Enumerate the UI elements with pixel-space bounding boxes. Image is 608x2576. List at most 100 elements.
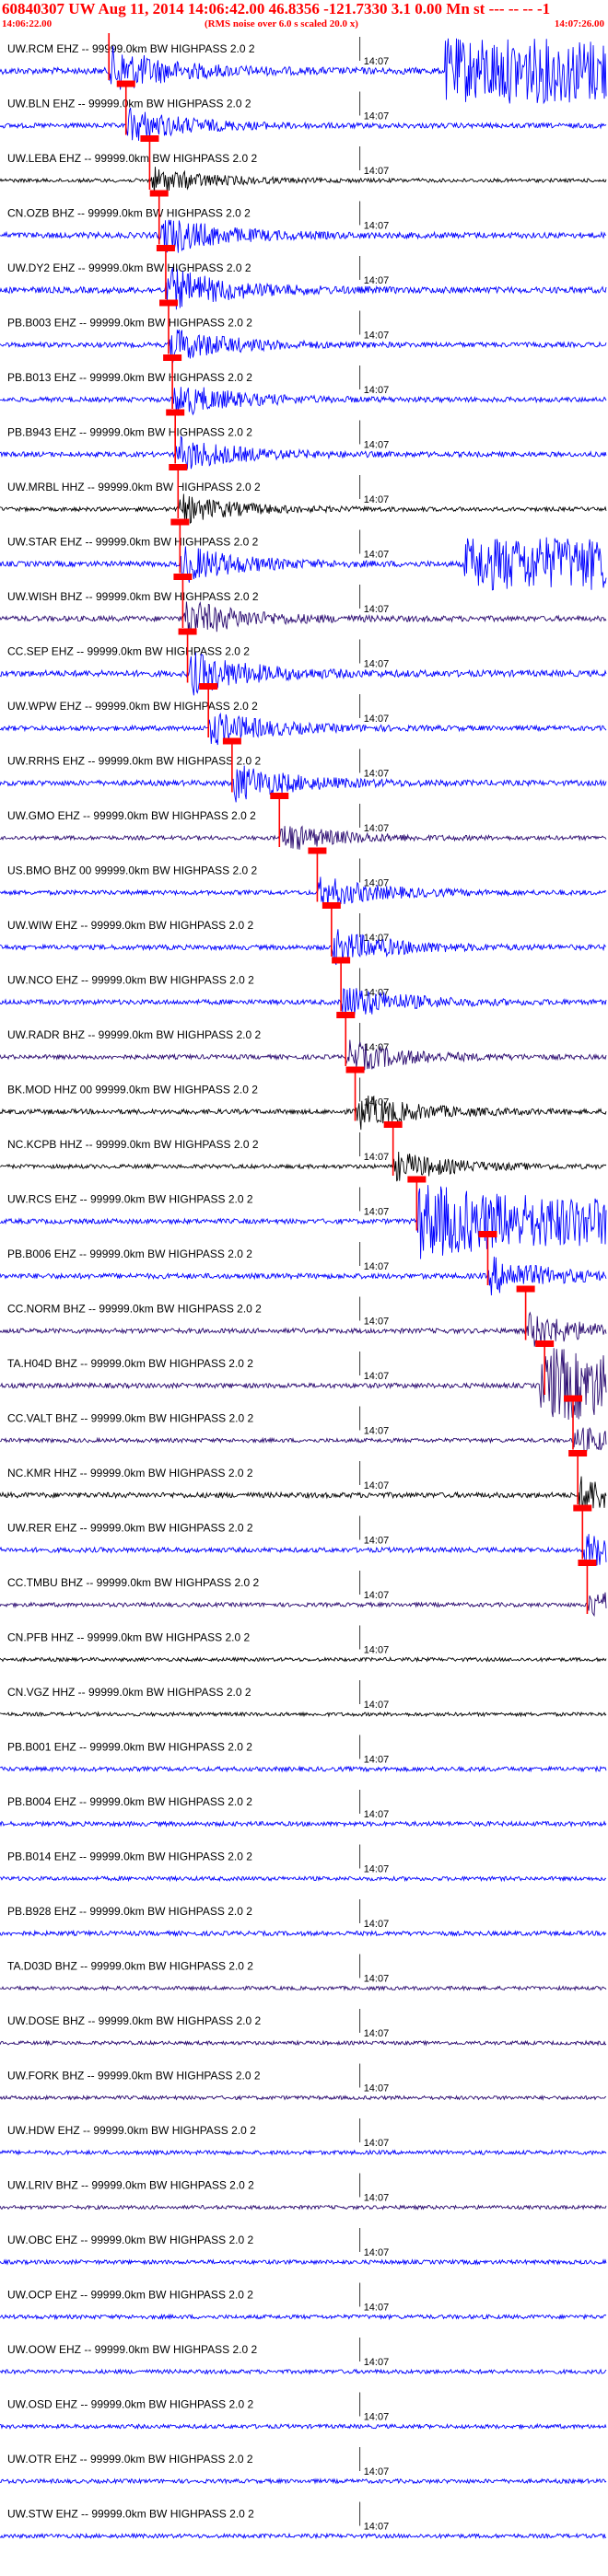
- waveform-trace: [0, 493, 607, 525]
- minute-tick-label: 14:07: [364, 1371, 390, 1382]
- minute-tick-label: 14:07: [364, 1207, 390, 1218]
- trace-label: UW.BLN EHZ -- 99999.0km BW HIGHPASS 2.0 …: [7, 98, 251, 110]
- minute-tick-label: 14:07: [364, 2247, 390, 2258]
- trace-label: UW.WPW EHZ -- 99999.0km BW HIGHPASS 2.0 …: [7, 700, 258, 713]
- waveform-trace: [0, 1476, 607, 1514]
- trace-label: UW.LEBA EHZ -- 99999.0km BW HIGHPASS 2.0…: [7, 152, 258, 165]
- trace-label: CC.TMBU BHZ -- 99999.0km BW HIGHPASS 2.0…: [7, 1576, 260, 1589]
- waveform-trace: [0, 929, 607, 966]
- minute-tick-label: 14:07: [364, 1536, 390, 1547]
- trace-label: UW.DY2 EHZ -- 99999.0km BW HIGHPASS 2.0 …: [7, 261, 251, 274]
- trace-label: CC.SEP EHZ -- 99999.0km BW HIGHPASS 2.0 …: [7, 645, 250, 658]
- waveform-trace: [0, 2532, 607, 2540]
- trace-label: TA.D03D BHZ -- 99999.0km BW HIGHPASS 2.0…: [7, 1960, 253, 1973]
- trace-label: CN.OZB BHZ -- 99999.0km BW HIGHPASS 2.0 …: [7, 207, 251, 220]
- minute-tick-label: 14:07: [364, 550, 390, 561]
- pick-marker: [199, 683, 218, 690]
- pick-marker: [336, 1012, 356, 1018]
- trace-label: UW.STW EHZ -- 99999.0km BW HIGHPASS 2.0 …: [7, 2508, 254, 2521]
- minute-tick-label: 14:07: [364, 2138, 390, 2149]
- minute-tick-label: 14:07: [364, 878, 390, 889]
- trace-label: PB.B928 EHZ -- 99999.0km BW HIGHPASS 2.0…: [7, 1905, 252, 1918]
- pick-marker: [578, 1560, 597, 1566]
- trace-label: UW.OOW EHZ -- 99999.0km BW HIGHPASS 2.0 …: [7, 2343, 257, 2356]
- waveform-trace: [0, 1819, 607, 1828]
- trace-label: PB.B006 EHZ -- 99999.0km BW HIGHPASS 2.0…: [7, 1247, 252, 1260]
- pick-marker: [166, 409, 185, 416]
- trace-label: CN.PFB HHZ -- 99999.0km BW HIGHPASS 2.0 …: [7, 1631, 251, 1644]
- pick-marker: [163, 354, 182, 361]
- pick-marker: [332, 957, 351, 964]
- waveform-trace: [0, 2313, 607, 2321]
- trace-label: PB.B001 EHZ -- 99999.0km BW HIGHPASS 2.0…: [7, 1741, 252, 1754]
- minute-tick-label: 14:07: [364, 769, 390, 780]
- pick-marker: [564, 1395, 583, 1402]
- trace-label: PB.B943 EHZ -- 99999.0km BW HIGHPASS 2.0…: [7, 426, 252, 439]
- minute-tick-label: 14:07: [364, 1974, 390, 1985]
- waveform-trace: [0, 2039, 607, 2047]
- minute-tick-label: 14:07: [364, 2357, 390, 2368]
- waveform-trace: [0, 1534, 607, 1566]
- trace-label: UW.RCM EHZ -- 99999.0km BW HIGHPASS 2.0 …: [7, 42, 255, 55]
- waveform-trace: [0, 1311, 607, 1347]
- waveform-trace: [0, 1765, 607, 1773]
- trace-label: CC.VALT BHZ -- 99999.0km BW HIGHPASS 2.0…: [7, 1412, 254, 1425]
- minute-tick-label: 14:07: [364, 659, 390, 670]
- minute-tick-label: 14:07: [364, 2466, 390, 2477]
- waveform-trace: [0, 2094, 607, 2102]
- minute-tick-label: 14:07: [364, 385, 390, 396]
- trace-label: UW.WISH BHZ -- 99999.0km BW HIGHPASS 2.0…: [7, 590, 259, 603]
- waveform-trace: [0, 329, 607, 364]
- minute-tick-label: 14:07: [364, 2412, 390, 2423]
- waveform-trace: [0, 387, 607, 416]
- waveform-trace: [0, 652, 607, 696]
- waveform-trace: [0, 2258, 607, 2266]
- trace-label: BK.MOD HHZ 00 99999.0km BW HIGHPASS 2.0 …: [7, 1084, 258, 1097]
- minute-tick-label: 14:07: [364, 56, 390, 67]
- pick-marker: [222, 737, 241, 745]
- waveform-trace: [0, 266, 607, 310]
- trace-label: UW.MRBL HHZ -- 99999.0km BW HIGHPASS 2.0…: [7, 481, 261, 493]
- waveform-trace: [0, 1929, 607, 1938]
- pick-marker: [383, 1121, 403, 1128]
- trace-label: UW.WIW EHZ -- 99999.0km BW HIGHPASS 2.0 …: [7, 919, 253, 932]
- minute-tick-label: 14:07: [364, 714, 390, 725]
- trace-label: PB.B003 EHZ -- 99999.0km BW HIGHPASS 2.0…: [7, 317, 252, 330]
- waveform-trace: [0, 2368, 607, 2375]
- trace-label: UW.RCS EHZ -- 99999.0km BW HIGHPASS 2.0 …: [7, 1193, 253, 1206]
- trace-label: UW.OCP EHZ -- 99999.0km BW HIGHPASS 2.0 …: [7, 2289, 253, 2302]
- pick-marker: [173, 574, 193, 580]
- waveform-trace: [0, 219, 607, 253]
- pick-marker: [407, 1176, 427, 1183]
- trace-label: UW.OSD EHZ -- 99999.0km BW HIGHPASS 2.0 …: [7, 2398, 254, 2411]
- pick-marker: [322, 902, 341, 909]
- waveform-trace: [0, 2149, 607, 2156]
- waveform-trace: [0, 2204, 607, 2210]
- waveform-trace: [0, 1095, 607, 1131]
- minute-tick-label: 14:07: [364, 1426, 390, 1437]
- pick-marker: [149, 190, 169, 197]
- trace-label: UW.STAR EHZ -- 99999.0km BW HIGHPASS 2.0…: [7, 536, 259, 549]
- waveform-trace: [0, 1151, 607, 1182]
- waveform-trace: [0, 1655, 607, 1663]
- waveform-trace: [0, 1874, 607, 1883]
- trace-label: PB.B004 EHZ -- 99999.0km BW HIGHPASS 2.0…: [7, 1795, 252, 1808]
- pick-marker: [535, 1340, 555, 1347]
- pick-marker: [573, 1504, 592, 1512]
- pick-marker: [568, 1450, 588, 1456]
- pick-marker: [116, 80, 135, 87]
- record-header: 60840307 UW Aug 11, 2014 14:06:42.00 46.…: [0, 0, 608, 33]
- minute-tick-label: 14:07: [364, 1755, 390, 1766]
- minute-tick-label: 14:07: [364, 1317, 390, 1328]
- trace-label: UW.HDW EHZ -- 99999.0km BW HIGHPASS 2.0 …: [7, 2124, 256, 2137]
- pick-marker: [270, 793, 289, 799]
- waveform-trace: [0, 435, 607, 470]
- waveform-trace: [0, 2422, 607, 2431]
- pick-marker: [169, 464, 188, 470]
- waveform-trace: [0, 1592, 607, 1618]
- pick-marker: [156, 245, 175, 251]
- waveform-trace: [0, 876, 607, 908]
- minute-tick-label: 14:07: [364, 1700, 390, 1711]
- pick-marker: [308, 847, 327, 854]
- trace-label: NC.KCPB HHZ -- 99999.0km BW HIGHPASS 2.0…: [7, 1138, 259, 1151]
